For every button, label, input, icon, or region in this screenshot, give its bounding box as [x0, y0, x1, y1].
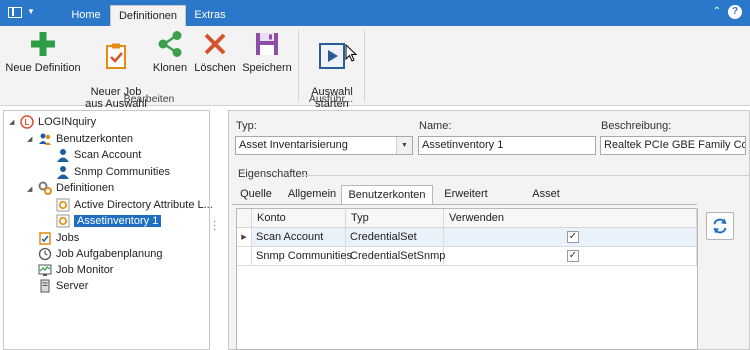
verwenden-checkbox[interactable]: ✓ [567, 250, 579, 262]
column-header-konto[interactable]: Konto [252, 209, 346, 228]
help-icon[interactable]: ? [728, 5, 742, 19]
cell-typ[interactable]: CredentialSet [346, 228, 444, 247]
login-logo-icon: L [20, 115, 34, 129]
ribbon: Neue Definition Neuer Job aus Auswahl Kl… [0, 26, 750, 110]
floppy-disk-icon [256, 33, 278, 55]
clone-button[interactable]: Klonen [150, 30, 190, 74]
play-icon [319, 43, 345, 69]
typ-value: Asset Inventarisierung [239, 139, 348, 151]
tab-home[interactable]: Home [68, 5, 104, 26]
eigenschaften-title: Eigenschaften [238, 168, 308, 180]
pane-splitter-handle[interactable]: · · · [213, 217, 216, 235]
refresh-button[interactable] [706, 212, 734, 240]
tree-item-snmp-communities[interactable]: Snmp Communities [56, 164, 170, 180]
gears-icon [38, 181, 52, 196]
cell-konto[interactable]: Scan Account [252, 228, 346, 247]
server-icon [40, 279, 50, 293]
beschreibung-value: Realtek PCIe GBE Family Contro [604, 139, 745, 151]
row-indicator-empty [237, 247, 252, 266]
beschreibung-label: Beschreibung: [601, 120, 672, 132]
collapse-ribbon-icon[interactable]: ⌃ [713, 4, 721, 20]
typ-dropdown[interactable]: Asset Inventarisierung ▼ [235, 136, 413, 155]
tree-item-loginquiry[interactable]: L LOGINquiry [20, 114, 96, 130]
user-icon [57, 166, 69, 180]
clone-label: Klonen [152, 62, 188, 74]
row-indicator-icon: ▶ [237, 228, 252, 247]
tree-item-benutzerkonten[interactable]: Benutzerkonten [38, 131, 133, 147]
clock-icon [38, 247, 52, 261]
tab-definitionen[interactable]: Definitionen [110, 5, 186, 26]
tree-item-jobs[interactable]: Jobs [38, 230, 79, 246]
tree-item-server[interactable]: Server [38, 278, 88, 294]
mouse-cursor-icon [345, 44, 357, 62]
users-icon [39, 133, 51, 146]
chevron-down-icon: ▼ [27, 7, 35, 16]
save-label: Speichern [242, 62, 292, 74]
tree-item-job-aufgabenplanung[interactable]: Job Aufgabenplanung [38, 246, 162, 262]
navigation-tree: ◢ L LOGINquiry ◢ Benutzerkonten Scan Acc… [3, 110, 213, 350]
tab-extras[interactable]: Extras [192, 5, 228, 26]
app-menu-button[interactable]: ▼ [6, 5, 42, 23]
jobs-clipboard-icon [39, 232, 51, 245]
tree-item-scan-account[interactable]: Scan Account [56, 147, 141, 163]
gear-doc-icon [56, 198, 70, 212]
column-header-verwenden[interactable]: Verwenden [444, 209, 697, 228]
cell-verwenden[interactable]: ✓ [444, 247, 697, 266]
tab-strip-line [232, 204, 697, 205]
expand-arrow-icon[interactable]: ◢ [9, 118, 14, 126]
refresh-icon [713, 218, 727, 234]
clipboard-check-icon [106, 43, 126, 69]
cell-typ[interactable]: CredentialSetSnmp [346, 247, 445, 266]
tree-item-assetinventory[interactable]: Assetinventory 1 [56, 213, 162, 229]
tab-allgemein[interactable]: Allgemein [283, 185, 341, 205]
monitor-icon [38, 264, 52, 277]
group-label-bearbeiten: Bearbeiten [123, 93, 175, 105]
delete-button[interactable]: Löschen [193, 30, 237, 74]
tab-asset-eigenschaften[interactable]: Asset Eigenschaften [498, 185, 594, 219]
typ-label: Typ: [236, 120, 257, 132]
group-separator [364, 30, 365, 102]
close-icon [204, 33, 226, 55]
accounts-grid: Konto Typ Verwenden ▶ Scan Account Crede… [236, 208, 698, 350]
title-bar: ▼ Home Definitionen Extras ⌃ ? [0, 0, 750, 26]
chevron-down-icon[interactable]: ▼ [396, 137, 412, 154]
expand-arrow-icon[interactable]: ◢ [27, 135, 32, 143]
share-icon [158, 31, 182, 57]
svg-text:L: L [25, 118, 30, 127]
tab-benutzerkonten[interactable]: Benutzerkonten [341, 185, 433, 205]
gear-doc-icon [56, 214, 70, 228]
save-button[interactable]: Speichern [240, 30, 294, 74]
group-label-ausfuehren: Ausführ... [308, 93, 354, 105]
name-label: Name: [419, 120, 452, 132]
user-icon [57, 149, 69, 163]
tree-item-active-directory[interactable]: Active Directory Attribute L... [56, 197, 213, 213]
cell-konto[interactable]: Snmp Communities [252, 247, 352, 266]
name-value: Assetinventory 1 [422, 139, 504, 151]
app-menu-icon [8, 7, 22, 18]
new-definition-button[interactable]: Neue Definition [4, 30, 82, 74]
cell-verwenden[interactable]: ✓ [444, 228, 697, 247]
tree-item-job-monitor[interactable]: Job Monitor [38, 262, 113, 278]
verwenden-checkbox[interactable]: ✓ [567, 231, 579, 243]
column-header-typ[interactable]: Typ [346, 209, 444, 228]
section-divider [300, 175, 750, 176]
new-definition-label: Neue Definition [5, 62, 81, 74]
beschreibung-field[interactable]: Realtek PCIe GBE Family Contro [600, 136, 746, 155]
plus-icon [31, 32, 55, 56]
tab-quelle[interactable]: Quelle [236, 185, 276, 205]
grid-corner-header [237, 209, 252, 228]
tab-erweitert[interactable]: Erweitert [437, 185, 495, 205]
name-field[interactable]: Assetinventory 1 [418, 136, 596, 155]
group-separator [298, 30, 299, 102]
tree-item-definitionen[interactable]: Definitionen [38, 180, 114, 196]
delete-label: Löschen [194, 62, 236, 74]
expand-arrow-icon[interactable]: ◢ [27, 185, 32, 193]
